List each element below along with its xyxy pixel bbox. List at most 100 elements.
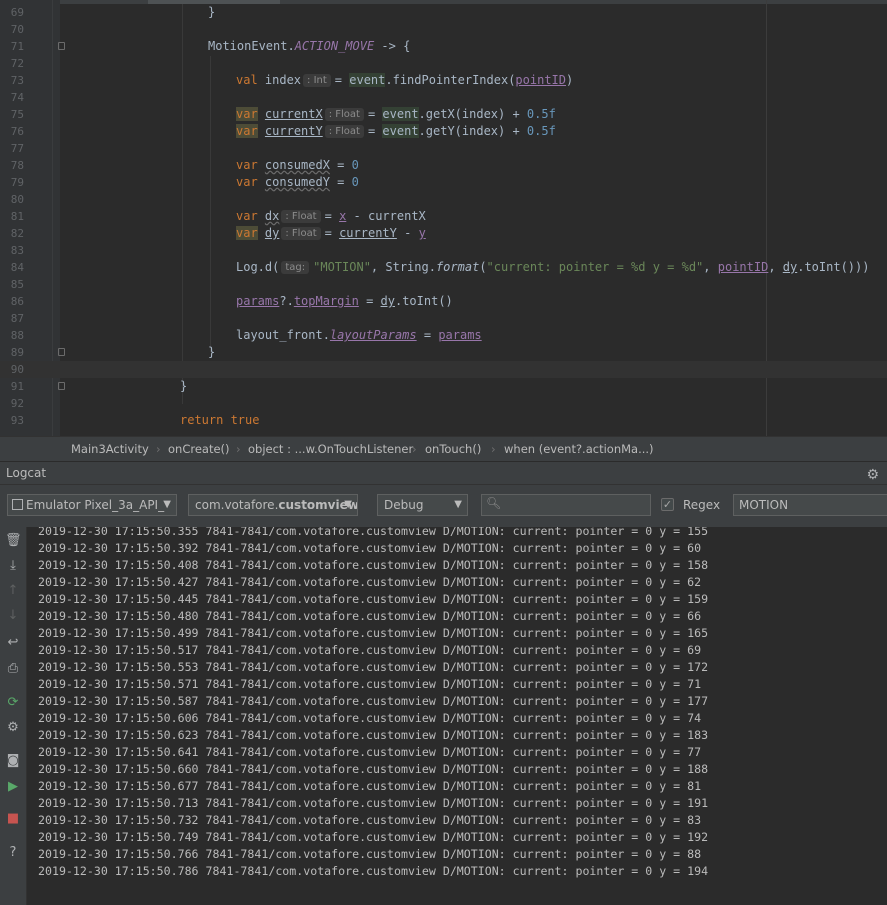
code-token: -> {	[374, 39, 411, 53]
log-row: 2019-12-30 17:15:50.713 7841-7841/com.vo…	[38, 796, 709, 810]
code-line[interactable]: 91}	[0, 378, 887, 395]
down-arrow-icon[interactable]: ↓	[5, 608, 21, 624]
line-number: 88	[10, 329, 24, 342]
code-token: ,	[768, 260, 783, 274]
stop-icon[interactable]: ■	[5, 811, 21, 827]
code-line[interactable]: 88 layout_front.layoutParams = params	[0, 327, 887, 344]
log-row: 2019-12-30 17:15:50.732 7841-7841/com.vo…	[38, 813, 702, 827]
code-token: format	[435, 260, 480, 274]
line-number: 80	[10, 193, 24, 206]
code-line[interactable]: 79 var consumedY = 0	[0, 174, 887, 191]
code-line[interactable]: 78 var consumedX = 0	[0, 157, 887, 174]
code-line[interactable]: 76 var currentY: Float = event.getY(index)…	[0, 123, 887, 140]
package-select[interactable]: com.votafore.customview ▼	[188, 494, 358, 516]
code-editor[interactable]: 69} 70 71 MotionEvent.ACTION_MOVE -> { 72 73 v…	[0, 0, 887, 436]
code-line[interactable]: 69}	[0, 4, 887, 21]
settings-icon[interactable]: ⚙	[5, 720, 21, 736]
code-line[interactable]: 71 MotionEvent.ACTION_MOVE -> {	[0, 38, 887, 55]
code-token: =	[334, 73, 350, 87]
line-number: 92	[10, 397, 24, 410]
search-input[interactable]: 🔍︎	[481, 494, 651, 516]
up-arrow-icon[interactable]: ↑	[5, 583, 21, 599]
code-line[interactable]: 73 val index: Int = event.findPointerIndex…	[0, 72, 887, 89]
log-row: 2019-12-30 17:15:50.677 7841-7841/com.vo…	[38, 779, 702, 793]
code-line[interactable]: 87	[0, 310, 887, 327]
search-icon: 🔍︎	[486, 496, 502, 510]
log-row: 2019-12-30 17:15:50.587 7841-7841/com.vo…	[38, 694, 709, 708]
code-line[interactable]: 93 return true	[0, 412, 887, 429]
breadcrumb-separator: ›	[236, 442, 241, 456]
code-token: }	[208, 345, 216, 359]
breadcrumb-item-listener[interactable]: object : ...w.OnTouchListener	[248, 437, 413, 461]
code-token: ACTION_MOVE	[294, 39, 375, 53]
code-line[interactable]: 84 Log.d(tag: "MOTION", String.format("cur…	[0, 259, 887, 276]
fold-marker-icon[interactable]	[58, 382, 65, 390]
line-number: 72	[10, 57, 24, 70]
code-line[interactable]: 72	[0, 55, 887, 72]
fold-marker-icon[interactable]	[58, 42, 65, 50]
code-token: (	[479, 260, 487, 274]
code-line[interactable]: 82 var dy: Float = currentY - y	[0, 225, 887, 242]
restart-icon[interactable]: ⟳	[5, 695, 21, 711]
code-line[interactable]: 70	[0, 21, 887, 38]
inlay-hint: : Float	[324, 125, 364, 138]
code-line[interactable]: 90	[0, 361, 887, 378]
trash-icon[interactable]: 🗑︎	[5, 533, 22, 549]
filter-input[interactable]: MOTION	[733, 494, 887, 516]
code-line[interactable]: 77	[0, 140, 887, 157]
code-text: }	[180, 378, 187, 395]
code-token: )	[566, 73, 574, 87]
screen-record-icon[interactable]: ▶	[5, 779, 21, 795]
code-token: 0.5f	[526, 124, 556, 138]
code-text: var currentX: Float = event.getX(index) +…	[236, 106, 556, 123]
code-token: dy	[380, 294, 395, 308]
code-token: return true	[180, 413, 260, 427]
code-line[interactable]: 75 var currentX: Float = event.getX(index)…	[0, 106, 887, 123]
code-token: event	[349, 73, 386, 87]
line-number: 91	[10, 380, 24, 393]
inlay-hint: : Int	[303, 74, 331, 87]
code-line[interactable]: 83	[0, 242, 887, 259]
code-text: var currentY: Float = event.getY(index) +…	[236, 123, 556, 140]
code-text: MotionEvent.ACTION_MOVE -> {	[208, 38, 410, 55]
log-row: 2019-12-30 17:15:50.517 7841-7841/com.vo…	[38, 643, 702, 657]
code-line[interactable]: 74	[0, 89, 887, 106]
log-level-select[interactable]: Debug ▼	[377, 494, 468, 516]
help-icon[interactable]: ?	[5, 845, 21, 861]
regex-checkbox[interactable]: ✓	[661, 498, 674, 511]
breadcrumb-item-ontouch[interactable]: onTouch()	[425, 437, 481, 461]
inlay-hint: tag:	[281, 261, 310, 274]
inlay-hint: : Float	[281, 227, 321, 240]
code-token: event	[382, 124, 419, 138]
code-line[interactable]: 85	[0, 276, 887, 293]
line-number: 86	[10, 295, 24, 308]
code-token: =	[329, 158, 352, 172]
code-token: MotionEvent.	[208, 39, 295, 53]
logcat-output[interactable]: 2019-12-30 17:15:50.355 7841-7841/com.vo…	[27, 527, 887, 905]
log-row: 2019-12-30 17:15:50.641 7841-7841/com.vo…	[38, 745, 702, 759]
line-number: 87	[10, 312, 24, 325]
code-line[interactable]: 89}	[0, 344, 887, 361]
device-select[interactable]: Emulator Pixel_3a_API_ ▼	[7, 494, 177, 516]
breadcrumb-item-oncreate[interactable]: onCreate()	[168, 437, 230, 461]
print-icon[interactable]: ⎙	[5, 661, 21, 677]
code-token: dx	[264, 209, 280, 223]
gear-icon[interactable]: ⚙	[866, 464, 879, 486]
breadcrumb-item-class[interactable]: Main3Activity	[71, 437, 149, 461]
code-token: var	[236, 107, 258, 121]
code-token: =	[358, 294, 381, 308]
fold-marker-icon[interactable]	[58, 348, 65, 356]
code-line[interactable]: 80	[0, 191, 887, 208]
log-row: 2019-12-30 17:15:50.766 7841-7841/com.vo…	[38, 847, 702, 861]
code-token: .getX(index) +	[418, 107, 527, 121]
code-line[interactable]: 86 params?.topMargin = dy.toInt()	[0, 293, 887, 310]
log-row: 2019-12-30 17:15:50.445 7841-7841/com.vo…	[38, 592, 709, 606]
code-line[interactable]: 92	[0, 395, 887, 412]
breadcrumb-item-when[interactable]: when (event?.actionMa...)	[504, 437, 654, 461]
soft-wrap-icon[interactable]: ↩	[5, 635, 21, 651]
log-row: 2019-12-30 17:15:50.606 7841-7841/com.vo…	[38, 711, 702, 725]
code-line[interactable]: 81 var dx: Float = x - currentX	[0, 208, 887, 225]
scroll-to-end-icon[interactable]: ⤓	[5, 558, 21, 574]
package-prefix: com.votafore.	[195, 498, 279, 512]
screen-capture-icon[interactable]: ◙	[5, 753, 21, 769]
